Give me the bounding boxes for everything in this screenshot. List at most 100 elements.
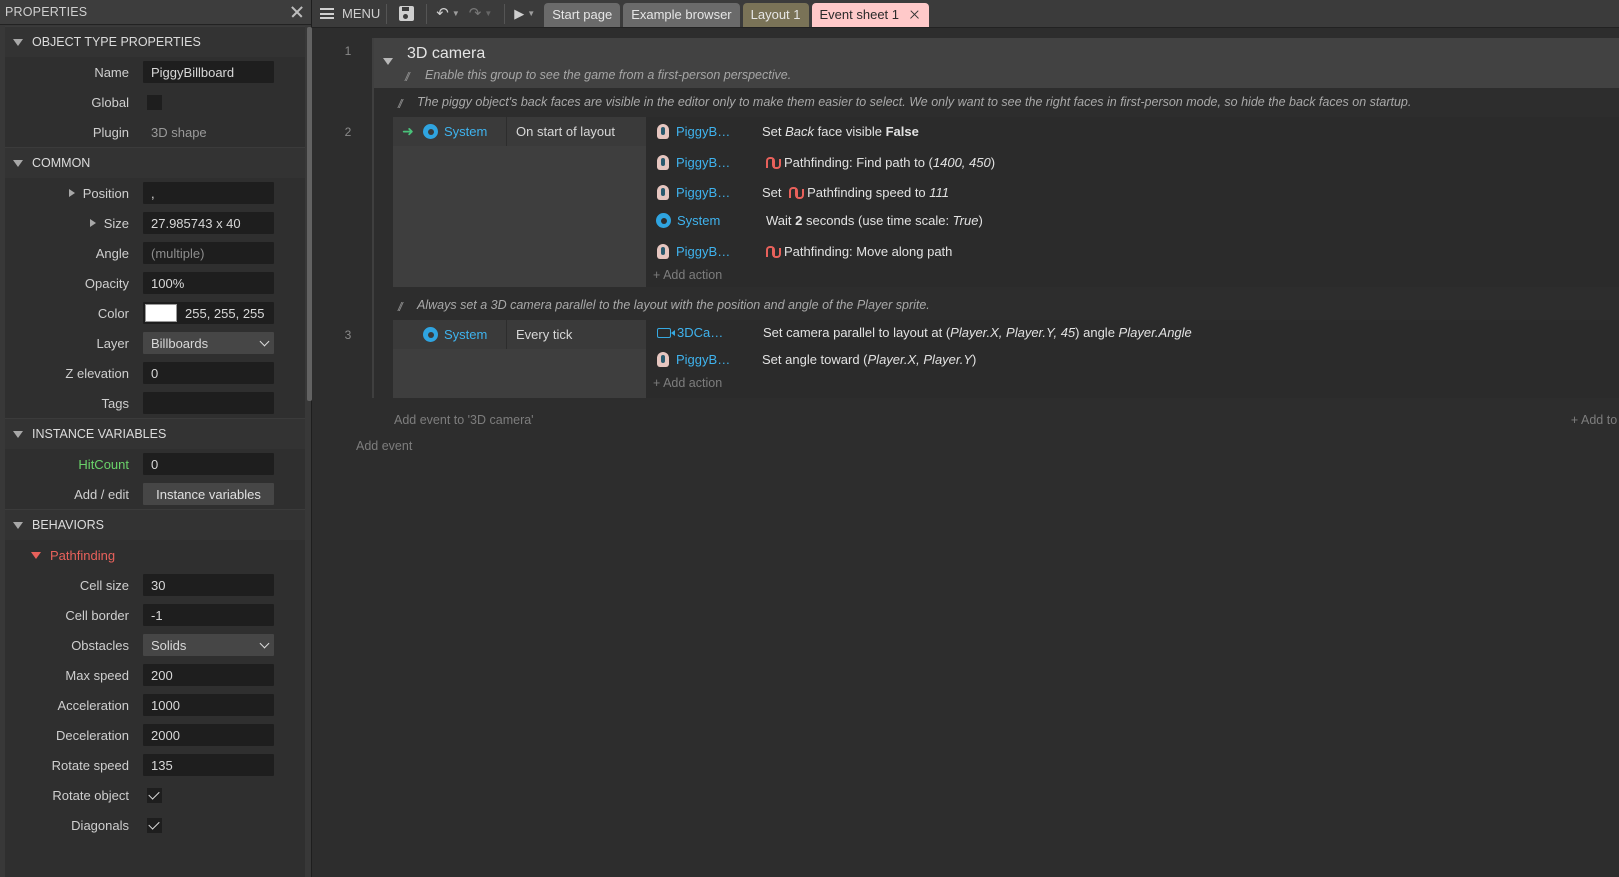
cell-size-input[interactable]: 30	[143, 574, 274, 596]
actions-column[interactable]: PiggyB… Set Back face visible False Pigg…	[646, 117, 1619, 287]
save-icon[interactable]	[399, 6, 415, 21]
hamburger-icon	[320, 8, 334, 19]
deceleration-input[interactable]: 2000	[143, 724, 274, 746]
color-input[interactable]: 255, 255, 255	[143, 302, 274, 324]
add-event-to-group-button[interactable]: Add event to '3D camera'	[394, 413, 534, 427]
action-row[interactable]: System Wait 2 seconds (use time scale: T…	[646, 206, 1619, 235]
play-icon[interactable]: ▶	[511, 0, 527, 28]
column-divider	[506, 117, 507, 146]
expand-triangle-icon[interactable]	[89, 219, 96, 227]
acceleration-input[interactable]: 1000	[143, 694, 274, 716]
chevron-down-icon[interactable]: ▼	[452, 9, 460, 18]
layer-select[interactable]: Billboards	[143, 332, 274, 354]
action-row[interactable]: PiggyB… Pathfinding: Move along path	[646, 237, 1619, 266]
condition-text: Every tick	[516, 327, 573, 342]
column-divider	[506, 320, 507, 349]
text-italic: True	[952, 213, 979, 228]
event-sheet[interactable]: 1 2 3 3D camera // Enable this group to …	[320, 29, 1619, 877]
properties-scrollbar[interactable]	[307, 27, 312, 401]
gear-icon	[423, 327, 438, 342]
chevron-down-icon	[259, 336, 270, 346]
trigger-arrow-icon: ➜	[402, 123, 414, 139]
properties-list[interactable]: OBJECT TYPE PROPERTIES Name PiggyBillboa…	[5, 26, 305, 877]
condition-row[interactable]: System Every tick	[393, 320, 646, 349]
collapse-triangle-icon[interactable]	[13, 159, 23, 167]
pathfinding-icon	[766, 155, 781, 169]
comment[interactable]: The piggy object's back faces are visibl…	[417, 95, 1411, 109]
diagonals-checkbox[interactable]	[147, 817, 162, 833]
obstacles-select[interactable]: Solids	[143, 634, 274, 656]
undo-icon[interactable]: ↶	[433, 0, 452, 28]
comment[interactable]: Always set a 3D camera parallel to the l…	[417, 298, 930, 312]
prop-color: Color 255, 255, 255	[5, 298, 305, 328]
action-text: Set camera parallel to layout at (Player…	[753, 325, 1192, 340]
chevron-down-icon[interactable]: ▼	[484, 9, 492, 18]
name-input[interactable]: PiggyBillboard	[143, 61, 274, 83]
properties-panel: PROPERTIES OBJECT TYPE PROPERTIES Name P…	[0, 0, 312, 877]
add-to-group-button[interactable]: + Add to '3D	[1571, 413, 1619, 427]
add-event-button[interactable]: Add event	[356, 439, 412, 453]
piggy-object-icon	[657, 185, 669, 200]
prop-tags: Tags	[5, 388, 305, 418]
action-row[interactable]: 3DCa… Set camera parallel to layout at (…	[646, 318, 1619, 347]
add-action-button[interactable]: + Add action	[653, 376, 722, 390]
redo-icon[interactable]: ↷	[466, 0, 485, 28]
collapse-triangle-icon[interactable]	[13, 430, 23, 438]
close-icon[interactable]	[909, 9, 921, 21]
event-group-3d-camera[interactable]: 3D camera // Enable this group to see th…	[372, 38, 1619, 427]
hitcount-input[interactable]: 0	[143, 453, 274, 475]
action-object: PiggyB…	[676, 244, 731, 259]
event-block[interactable]: System Every tick 3DCa… Set camera paral…	[393, 320, 1619, 398]
tab-label: Event sheet 1	[819, 7, 900, 22]
position-label: Position	[82, 185, 129, 201]
z-elevation-input[interactable]: 0	[143, 362, 274, 384]
size-input[interactable]: 27.985743 x 40	[143, 212, 274, 234]
tags-input[interactable]	[143, 392, 274, 414]
prop-label: Rotate object	[52, 787, 129, 803]
behavior-pathfinding[interactable]: Pathfinding	[5, 540, 305, 570]
max-speed-input[interactable]: 200	[143, 664, 274, 686]
action-row[interactable]: PiggyB… Set Back face visible False	[646, 117, 1619, 146]
prop-label: Cell border	[65, 607, 129, 623]
tab-layout-1[interactable]: Layout 1	[742, 2, 809, 27]
section-common[interactable]: COMMON	[5, 147, 305, 178]
section-object-type[interactable]: OBJECT TYPE PROPERTIES	[5, 26, 305, 57]
size-label: Size	[103, 215, 129, 231]
collapse-triangle-icon[interactable]	[31, 551, 41, 559]
close-icon[interactable]	[289, 4, 305, 20]
action-object: PiggyB…	[676, 185, 731, 200]
rotate-object-checkbox[interactable]	[147, 787, 162, 803]
global-checkbox[interactable]	[147, 94, 162, 110]
collapse-triangle-icon[interactable]	[13, 38, 23, 46]
text-part: )	[978, 213, 983, 228]
tab-start-page[interactable]: Start page	[544, 2, 621, 27]
tab-event-sheet-1[interactable]: Event sheet 1	[811, 2, 930, 27]
tab-label: Layout 1	[750, 7, 801, 22]
condition-row[interactable]: ➜ System On start of layout	[393, 117, 646, 146]
group-header[interactable]: 3D camera // Enable this group to see th…	[374, 38, 1619, 88]
angle-input[interactable]: (multiple)	[143, 242, 274, 264]
collapse-triangle-icon[interactable]	[13, 521, 23, 529]
expand-triangle-icon[interactable]	[68, 189, 75, 197]
menu-button[interactable]: MENU	[312, 0, 380, 28]
tab-example-browser[interactable]: Example browser	[623, 2, 740, 27]
action-row[interactable]: PiggyB… Pathfinding: Find path to (1400,…	[646, 148, 1619, 177]
opacity-input[interactable]: 100%	[143, 272, 274, 294]
instance-variables-button[interactable]: Instance variables	[143, 483, 274, 505]
prop-max-speed: Max speed 200	[5, 660, 305, 690]
rotate-speed-input[interactable]: 135	[143, 754, 274, 776]
line-number: 2	[344, 125, 352, 139]
chevron-down-icon[interactable]: ▼	[527, 9, 535, 18]
cell-border-input[interactable]: -1	[143, 604, 274, 626]
action-text: Pathfinding: Find path to (1400, 450)	[752, 155, 995, 170]
section-instance-variables[interactable]: INSTANCE VARIABLES	[5, 418, 305, 449]
action-row[interactable]: PiggyB… Set Pathfinding speed to 111	[646, 178, 1619, 207]
collapse-triangle-icon[interactable]	[383, 58, 393, 65]
position-input[interactable]: ,	[143, 182, 274, 204]
section-behaviors[interactable]: BEHAVIORS	[5, 509, 305, 540]
add-action-button[interactable]: + Add action	[653, 268, 722, 282]
action-row[interactable]: PiggyB… Set angle toward (Player.X, Play…	[646, 345, 1619, 374]
event-block[interactable]: ➜ System On start of layout PiggyB… Set …	[393, 117, 1619, 287]
actions-column[interactable]: 3DCa… Set camera parallel to layout at (…	[646, 320, 1619, 398]
color-swatch[interactable]	[145, 304, 177, 322]
